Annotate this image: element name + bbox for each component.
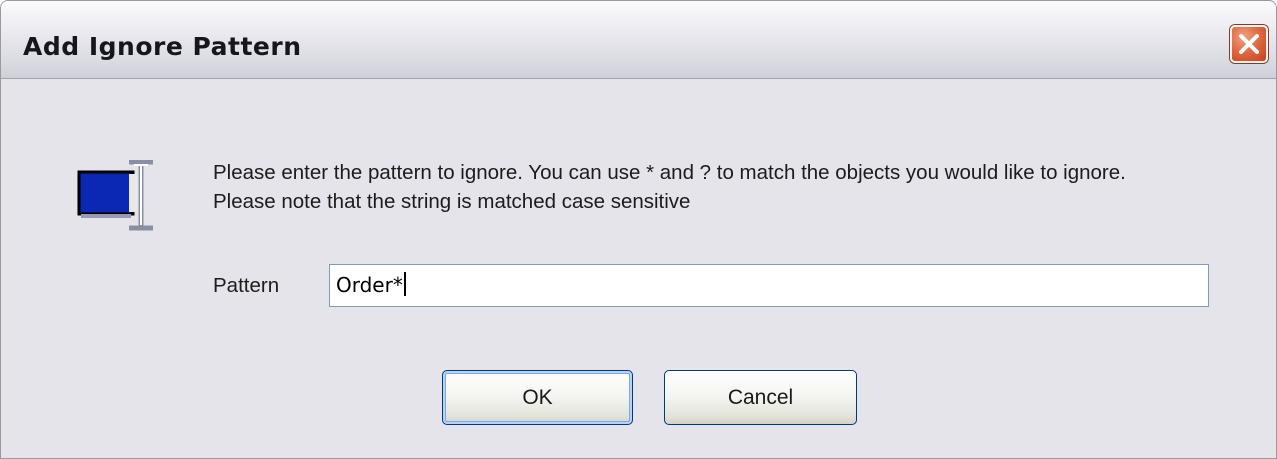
ok-button[interactable]: OK	[442, 370, 633, 425]
pattern-label: Pattern	[213, 274, 280, 297]
text-caret	[403, 272, 406, 296]
close-button[interactable]	[1230, 25, 1268, 63]
close-icon	[1239, 34, 1259, 54]
window-title: Add Ignore Pattern	[23, 32, 302, 61]
dialog-body: Please enter the pattern to ignore. You …	[1, 80, 1276, 458]
title-bar[interactable]: Add Ignore Pattern	[1, 1, 1276, 79]
pattern-input[interactable]: Order*	[329, 264, 1209, 307]
cancel-button[interactable]: Cancel	[664, 370, 857, 425]
add-ignore-pattern-dialog: Add Ignore Pattern Please enter the patt…	[0, 0, 1277, 459]
computer-text-cursor-icon	[77, 160, 153, 231]
pattern-value: Order*	[336, 273, 403, 297]
instruction-text: Please enter the pattern to ignore. You …	[213, 161, 1126, 213]
